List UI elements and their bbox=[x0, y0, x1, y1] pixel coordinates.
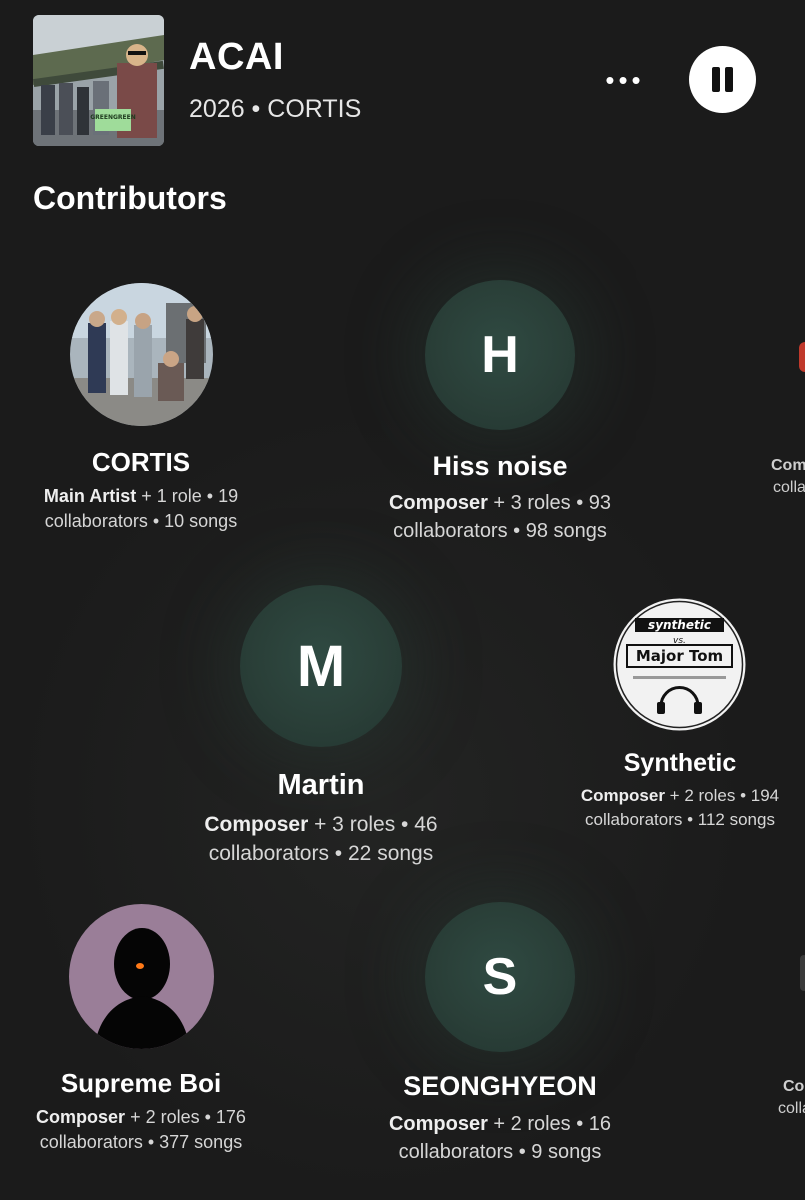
contributor-avatar: M bbox=[240, 585, 402, 747]
contributor-role: Composer bbox=[388, 1113, 488, 1135]
contributor-role: Composer bbox=[580, 786, 665, 805]
contributor-roles-line: Composer + 3 roles • 93 bbox=[370, 489, 630, 517]
contributor-meta: Main Artist + 1 role • 19 collaborators … bbox=[21, 484, 261, 534]
contributor-collab-line: collaborators • 9 songs bbox=[398, 1141, 602, 1163]
contributor-roles-line: Composer + 2 roles • 176 bbox=[11, 1105, 271, 1130]
contributor-roles-count: + 3 roles • 46 bbox=[308, 813, 438, 836]
contributor-roles-line: Main Artist + 1 role • 19 bbox=[21, 484, 261, 509]
offscreen-role-text: Co bbox=[783, 1078, 805, 1095]
contributor-roles-count: + 2 roles • 176 bbox=[125, 1107, 246, 1127]
album-art-label: GREENGREEN bbox=[90, 114, 136, 121]
contributor-meta: Composer + 3 roles • 93 collaborators • … bbox=[370, 489, 630, 545]
section-title: Contributors bbox=[33, 180, 227, 216]
contributor-roles-line: Composer + 2 roles • 16 bbox=[370, 1110, 630, 1138]
pause-icon bbox=[725, 67, 733, 92]
contributor-avatar: S bbox=[425, 902, 575, 1052]
contributor-role: Composer bbox=[204, 813, 309, 836]
contributor-avatar bbox=[69, 904, 214, 1049]
offscreen-role-text: Com bbox=[771, 457, 805, 474]
synthetic-art-title: synthetic bbox=[648, 618, 711, 632]
synthetic-art-subtitle: Major Tom bbox=[636, 647, 723, 665]
contributor-meta: Composer + 2 roles • 176 collaborators •… bbox=[11, 1105, 271, 1155]
contributor-avatar: synthetic vs. Major Tom bbox=[613, 598, 746, 731]
contributor-name: CORTIS bbox=[91, 447, 191, 477]
track-title: ACAI bbox=[189, 36, 284, 78]
album-art[interactable]: GREENGREEN bbox=[33, 15, 164, 146]
contributor-name: SEONGHYEON bbox=[403, 1071, 597, 1101]
contributor-meta: Composer + 2 roles • 194 collaborators •… bbox=[559, 784, 801, 832]
contributor-roles-count: + 2 roles • 16 bbox=[487, 1113, 612, 1135]
contributor-meta: Composer + 3 roles • 46 collaborators • … bbox=[181, 810, 461, 869]
contributor-collab-line: collaborators • 377 songs bbox=[39, 1132, 243, 1153]
avatar-initial: S bbox=[482, 948, 518, 1006]
contributor-collab-line: collaborators • 98 songs bbox=[393, 520, 607, 542]
contributor-roles-count: + 1 role • 19 bbox=[136, 486, 239, 506]
track-subtitle[interactable]: 2026 • CORTIS bbox=[189, 95, 361, 124]
contributor-role: Composer bbox=[36, 1107, 126, 1127]
pause-button[interactable] bbox=[689, 46, 756, 113]
contributor-roles-line: Composer + 3 roles • 46 bbox=[181, 810, 461, 839]
contributor-collab-line: collaborators • 112 songs bbox=[585, 809, 775, 829]
contributor-roles-count: + 3 roles • 93 bbox=[487, 492, 612, 514]
pause-icon bbox=[712, 67, 720, 92]
contributor-avatar bbox=[799, 342, 805, 372]
now-playing-header: GREENGREEN ACAI 2026 • CORTIS ••• bbox=[0, 0, 805, 165]
more-options-button[interactable]: ••• bbox=[602, 66, 648, 94]
contributor-roles-count: + 2 roles • 194 bbox=[664, 786, 780, 805]
contributor-roles-line: Composer + 2 roles • 194 bbox=[559, 784, 801, 808]
contributor-name: Supreme Boi bbox=[60, 1068, 222, 1098]
offscreen-collab-text: colla bbox=[778, 1100, 805, 1117]
offscreen-collab-text: colla bbox=[773, 479, 805, 496]
contributor-collab-line: collaborators • 10 songs bbox=[44, 511, 238, 532]
contributor-role: Composer bbox=[388, 492, 488, 514]
contributor-collab-line: collaborators • 22 songs bbox=[208, 842, 434, 866]
contributor-avatar bbox=[800, 955, 805, 991]
contributor-name: Hiss noise bbox=[432, 451, 568, 481]
contributor-role: Main Artist bbox=[43, 486, 137, 506]
contributor-name: Synthetic bbox=[623, 749, 737, 777]
avatar-initial: H bbox=[481, 326, 519, 384]
contributor-name: Martin bbox=[277, 769, 365, 801]
contributor-meta: Composer + 2 roles • 16 collaborators • … bbox=[370, 1110, 630, 1166]
contributor-avatar bbox=[70, 283, 213, 426]
avatar-initial: M bbox=[296, 633, 346, 699]
contributor-avatar: H bbox=[425, 280, 575, 430]
